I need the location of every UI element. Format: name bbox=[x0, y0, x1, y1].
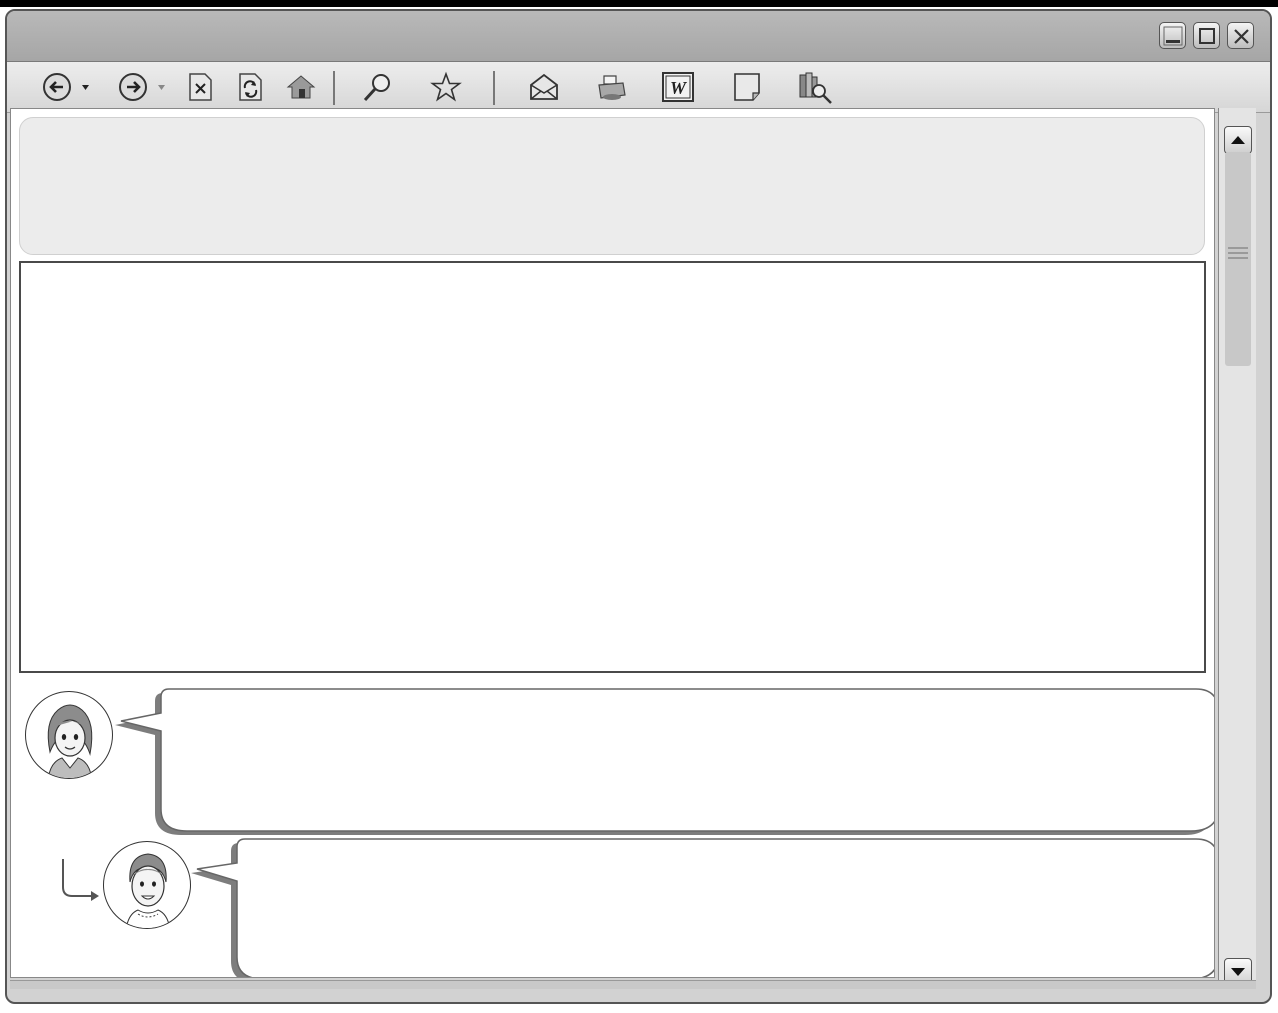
home-icon bbox=[286, 75, 316, 99]
main-panel bbox=[19, 261, 1206, 673]
man-avatar-icon bbox=[103, 841, 191, 929]
reply-arrowhead bbox=[91, 891, 99, 901]
refresh-icon bbox=[239, 73, 262, 101]
back-button[interactable] bbox=[41, 71, 93, 103]
note-icon bbox=[734, 73, 760, 101]
reply-arrow-icon bbox=[62, 859, 93, 897]
status-strip bbox=[10, 980, 1256, 989]
minimize-icon bbox=[1163, 26, 1183, 46]
scroll-up-button[interactable] bbox=[1224, 126, 1252, 154]
home-button[interactable] bbox=[285, 71, 319, 103]
woman-avatar-icon bbox=[25, 691, 113, 779]
grip-icon bbox=[1228, 247, 1248, 259]
speech-bubble-1 bbox=[120, 688, 1214, 832]
word-icon: W bbox=[662, 72, 694, 102]
favorites-button[interactable] bbox=[429, 71, 463, 103]
title-bar bbox=[7, 11, 1270, 62]
stop-button[interactable] bbox=[185, 71, 219, 103]
header-panel bbox=[19, 117, 1205, 255]
page-content bbox=[10, 108, 1215, 978]
close-button[interactable] bbox=[1227, 22, 1254, 49]
maximize-icon bbox=[1199, 28, 1215, 44]
close-icon bbox=[1234, 29, 1249, 44]
search-button[interactable] bbox=[361, 71, 395, 103]
printer-icon bbox=[598, 75, 626, 100]
speech-bubble-2-shadow bbox=[191, 843, 1213, 977]
minimize-button[interactable] bbox=[1159, 22, 1186, 49]
scroll-thumb[interactable] bbox=[1225, 152, 1251, 366]
research-button[interactable] bbox=[797, 71, 832, 104]
refresh-button[interactable] bbox=[235, 71, 269, 103]
top-border bbox=[0, 0, 1278, 7]
print-button[interactable] bbox=[595, 71, 629, 103]
toolbar: W bbox=[7, 62, 1270, 113]
back-arrow-icon bbox=[43, 73, 89, 101]
forward-arrow-icon bbox=[119, 73, 165, 101]
forward-button[interactable] bbox=[117, 71, 169, 103]
note-button[interactable] bbox=[731, 71, 765, 103]
envelope-icon bbox=[530, 73, 558, 100]
toolbar-separator bbox=[333, 71, 335, 105]
speech-bubble-1-shadow bbox=[115, 693, 1213, 835]
star-icon bbox=[430, 71, 462, 102]
mail-button[interactable] bbox=[527, 71, 561, 103]
word-glyph: W bbox=[670, 78, 688, 98]
toolbar-separator bbox=[493, 71, 495, 105]
vertical-scrollbar[interactable] bbox=[1218, 108, 1256, 986]
books-search-icon bbox=[799, 72, 832, 104]
word-button[interactable]: W bbox=[661, 71, 695, 103]
up-arrow-icon bbox=[1231, 136, 1245, 144]
speech-bubble-2 bbox=[196, 838, 1214, 977]
magnifier-icon bbox=[363, 74, 390, 102]
maximize-button[interactable] bbox=[1193, 22, 1220, 49]
stop-icon bbox=[189, 73, 212, 101]
